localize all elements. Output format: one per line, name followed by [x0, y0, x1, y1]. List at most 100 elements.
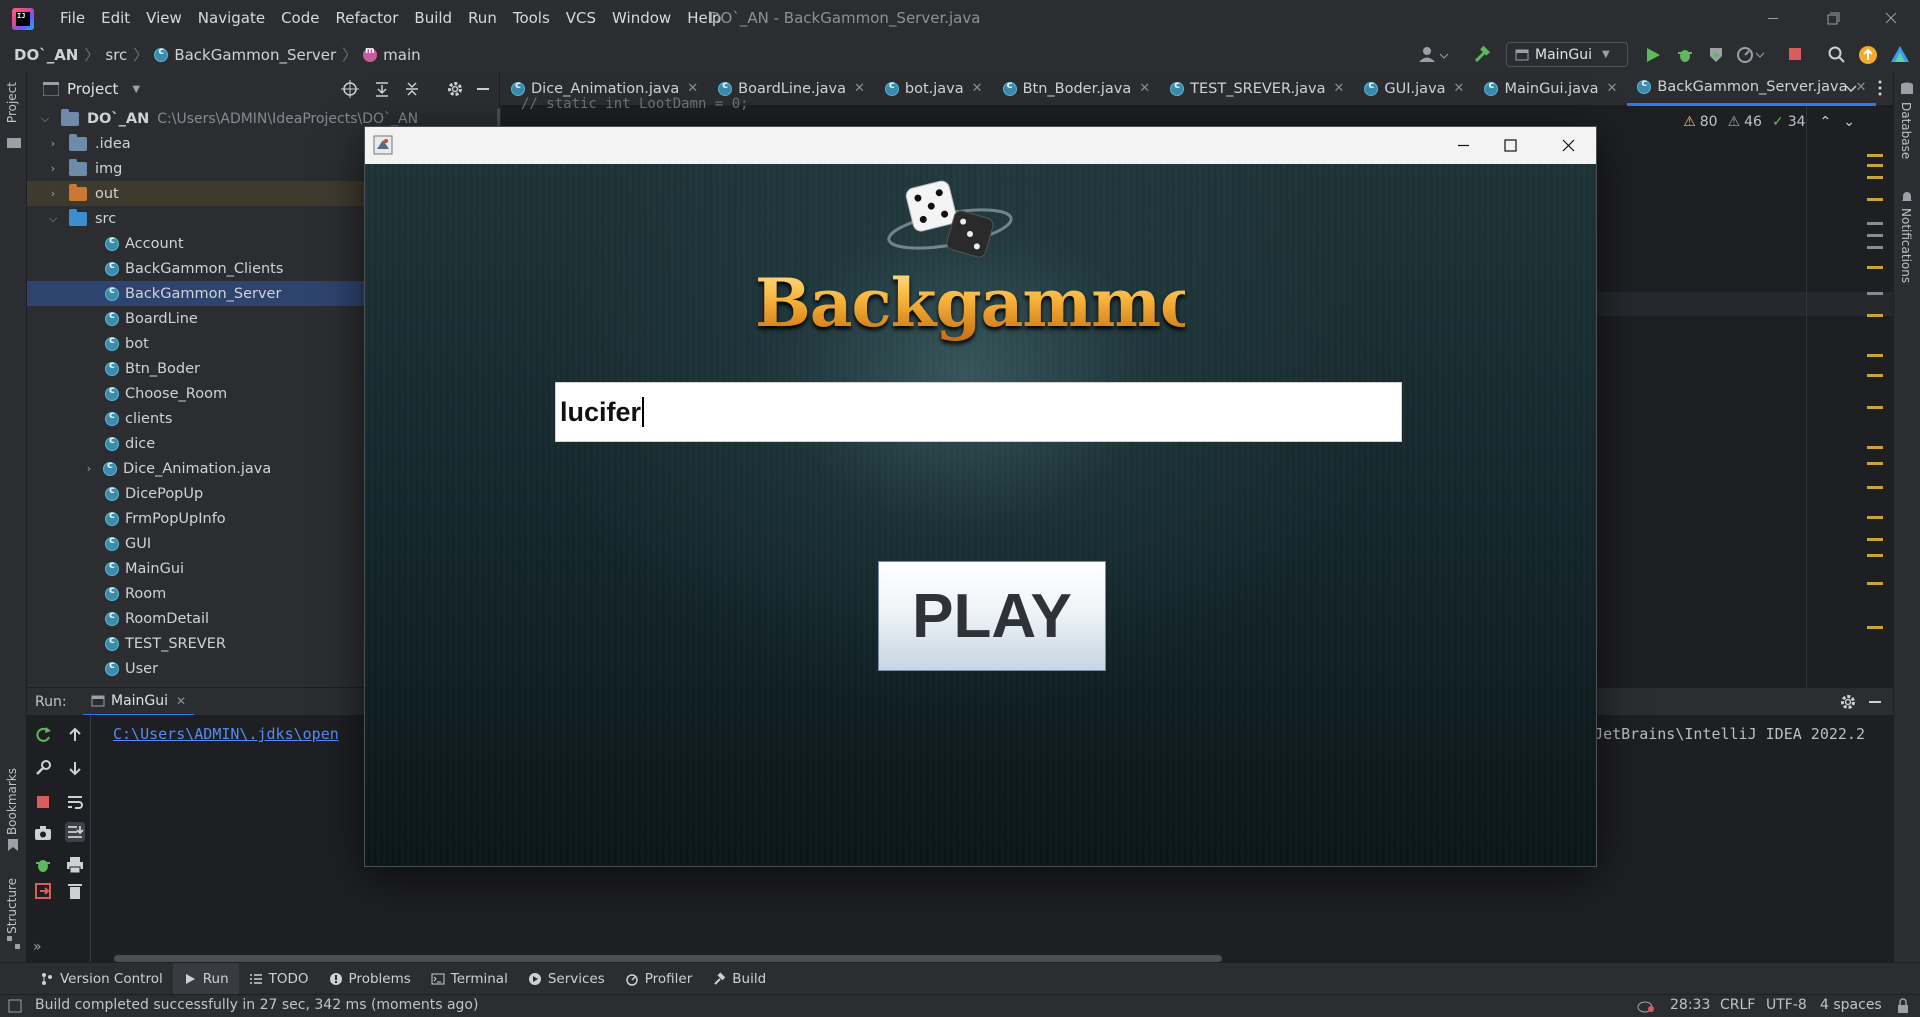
print-icon[interactable] [65, 855, 85, 875]
tab-bot[interactable]: bot.java ✕ [875, 72, 993, 106]
game-minimize-button[interactable] [1440, 127, 1486, 164]
tab-backgammon-server[interactable]: BackGammon_Server.java✕ [1627, 71, 1877, 106]
debug-restart-icon[interactable] [33, 855, 53, 875]
caret-position[interactable]: 28:33 [1670, 997, 1710, 1013]
memory-indicator-icon[interactable] [1636, 998, 1656, 1014]
error-stripe-mark[interactable] [1867, 164, 1883, 167]
menu-build[interactable]: Build [406, 0, 460, 37]
tab-test-srever[interactable]: TEST_SREVER.java ✕ [1160, 72, 1354, 106]
tab-profiler[interactable]: Profiler [615, 963, 703, 995]
error-stripe-mark[interactable] [1867, 354, 1883, 357]
menu-file[interactable]: File [52, 0, 93, 37]
project-view-selector[interactable]: Project ▼ [67, 80, 140, 98]
close-tab-icon[interactable]: ✕ [1607, 81, 1618, 96]
close-tab-icon[interactable]: ✕ [176, 694, 186, 708]
minimize-button[interactable] [1750, 0, 1796, 37]
error-stripe-mark[interactable] [1867, 266, 1883, 269]
error-stripe-mark[interactable] [1867, 582, 1883, 585]
wrench-icon[interactable] [33, 758, 53, 778]
arrow-up-icon[interactable] [65, 725, 85, 745]
next-highlight-icon[interactable]: ⌄ [1843, 114, 1855, 130]
breadcrumb-file[interactable]: BackGammon_Server [174, 46, 336, 64]
tab-list-chevron-icon[interactable] [1843, 80, 1859, 96]
tab-run[interactable]: Run [172, 962, 239, 995]
exit-icon[interactable] [33, 881, 53, 901]
more-tools-icon[interactable]: » [33, 939, 53, 959]
close-button[interactable] [1868, 0, 1914, 37]
tab-version-control[interactable]: Version Control [30, 963, 173, 995]
tab-problems[interactable]: Problems [319, 963, 421, 995]
coverage-icon[interactable] [1706, 45, 1726, 65]
stop-icon[interactable] [33, 792, 53, 812]
profiler-icon[interactable] [1736, 45, 1766, 65]
line-separator[interactable]: CRLF [1720, 997, 1755, 1013]
error-stripe-mark[interactable] [1867, 292, 1883, 295]
error-stripe-mark[interactable] [1867, 234, 1883, 237]
error-stripe-mark[interactable] [1867, 486, 1883, 489]
close-tab-icon[interactable]: ✕ [1454, 81, 1465, 96]
user-icon[interactable] [1418, 45, 1448, 65]
database-tool-button[interactable]: Database [1899, 102, 1913, 159]
update-icon[interactable] [1858, 45, 1878, 65]
close-tab-icon[interactable]: ✕ [972, 81, 983, 96]
menu-run[interactable]: Run [460, 0, 505, 37]
menu-view[interactable]: View [138, 0, 190, 37]
menu-code[interactable]: Code [273, 0, 327, 37]
tab-maingui[interactable]: MainGui.java ✕ [1474, 72, 1627, 106]
gear-icon[interactable] [446, 80, 464, 98]
close-tab-icon[interactable]: ✕ [687, 81, 698, 96]
collapse-all-icon[interactable] [403, 80, 421, 98]
more-options-icon[interactable] [1877, 79, 1883, 97]
bookmarks-tool-button[interactable]: Bookmarks [5, 768, 19, 835]
tab-services[interactable]: Services [518, 963, 615, 995]
error-stripe-mark[interactable] [1867, 516, 1883, 519]
game-close-button[interactable] [1545, 127, 1591, 164]
error-stripe-mark[interactable] [1867, 538, 1883, 541]
stop-icon[interactable] [1787, 46, 1803, 62]
search-icon[interactable] [1827, 45, 1847, 65]
breadcrumb-project[interactable]: DO`_AN [14, 46, 78, 64]
console-command-link[interactable]: C:\Users\ADMIN\.jdks\open [113, 725, 339, 743]
tab-todo[interactable]: TODO [239, 963, 319, 995]
menu-vcs[interactable]: VCS [558, 0, 604, 37]
trash-icon[interactable] [65, 881, 85, 901]
tab-build[interactable]: Build [702, 963, 776, 995]
menu-window[interactable]: Window [604, 0, 679, 37]
notifications-tool-button[interactable]: Notifications [1899, 208, 1913, 283]
menu-refactor[interactable]: Refactor [327, 0, 406, 37]
play-button[interactable]: PLAY [878, 561, 1106, 671]
error-stripe-mark[interactable] [1867, 374, 1883, 377]
jetbrains-ai-icon[interactable] [1889, 44, 1911, 66]
hide-panel-icon[interactable] [1867, 693, 1883, 711]
run-icon[interactable] [1643, 45, 1663, 65]
arrow-down-icon[interactable] [65, 758, 85, 778]
error-stripe-mark[interactable] [1867, 462, 1883, 465]
error-stripe-mark[interactable] [1867, 446, 1883, 449]
lock-icon[interactable] [1896, 998, 1910, 1014]
game-maximize-button[interactable] [1487, 127, 1533, 164]
error-stripe-mark[interactable] [1867, 626, 1883, 629]
inspection-widget[interactable]: ⚠ 80 ⚠ 46 ✓ 34 ⌃ ⌄ [1683, 114, 1855, 130]
tab-gui[interactable]: GUI.java ✕ [1354, 72, 1474, 106]
tab-btn-boder[interactable]: Btn_Boder.java ✕ [993, 72, 1161, 106]
previous-highlight-icon[interactable]: ⌃ [1820, 114, 1832, 130]
hide-panel-icon[interactable] [475, 80, 491, 98]
soft-wrap-icon[interactable] [65, 792, 85, 812]
expand-all-icon[interactable] [373, 80, 391, 98]
rerun-icon[interactable] [33, 725, 53, 745]
error-stripe-mark[interactable] [1867, 154, 1883, 157]
breadcrumb-method[interactable]: main [383, 46, 420, 64]
project-tool-button[interactable]: Project [5, 82, 19, 123]
intellij-logo-icon[interactable]: IJ [12, 8, 34, 30]
breadcrumb-src[interactable]: src [105, 46, 127, 64]
restore-button[interactable] [1810, 0, 1856, 37]
error-stripe-mark[interactable] [1867, 246, 1883, 249]
backgammon-titlebar[interactable] [365, 127, 1596, 164]
status-toggle-icon[interactable] [8, 999, 22, 1013]
run-configuration-select[interactable]: MainGui ▼ [1506, 42, 1628, 67]
error-stripe-mark[interactable] [1867, 554, 1883, 557]
menu-edit[interactable]: Edit [93, 0, 138, 37]
error-stripe-mark[interactable] [1867, 406, 1883, 409]
file-encoding[interactable]: UTF-8 [1766, 997, 1807, 1013]
run-tab-maingui[interactable]: MainGui ✕ [83, 688, 195, 716]
